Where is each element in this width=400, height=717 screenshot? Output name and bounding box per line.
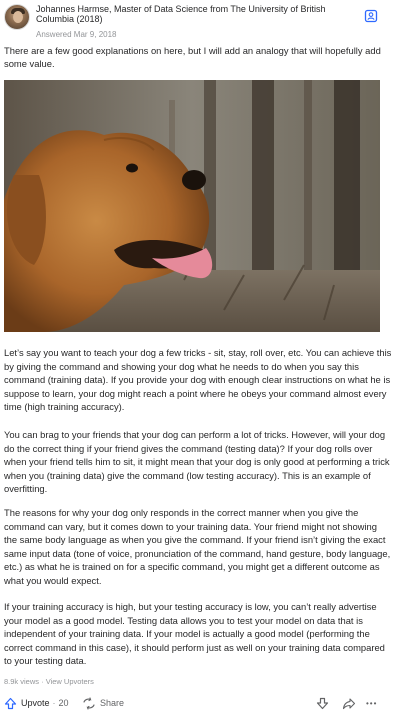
answer-intro: There are a few good explanations on her… [4,45,381,69]
upvote-label: Upvote [21,698,50,708]
answer-paragraph: You can brag to your friends that your d… [4,429,390,495]
answer-action-bar: Upvote · 20 Share ••• [4,694,396,714]
follow-button[interactable] [360,6,382,26]
more-dots-icon: ••• [366,698,378,708]
forward-button[interactable] [342,694,360,712]
follow-person-icon [364,9,378,23]
downvote-button[interactable] [316,694,333,712]
answer-paragraph: The reasons for why your dog only respon… [4,507,391,586]
view-count: 8.9k views [4,677,40,686]
share-button[interactable]: Share [82,694,124,712]
more-options-button[interactable]: ••• [366,694,377,712]
author-avatar[interactable] [4,4,30,30]
answer-paragraph: If your training accuracy is high, but y… [4,601,385,667]
downvote-arrow-icon [316,697,329,709]
answer-paragraph: Let’s say you want to teach your dog a f… [4,347,392,413]
answer-stats: 8.9k views · View Upvoters [4,677,94,686]
upvote-separator: · [52,698,56,708]
upvote-button[interactable]: Upvote · 20 [4,694,69,712]
forward-arrow-icon [342,697,356,709]
answer-date[interactable]: Answered Mar 9, 2018 [36,30,117,39]
dog-photo [4,80,380,332]
view-upvoters-link[interactable]: View Upvoters [46,677,94,686]
upvote-arrow-icon [4,697,17,709]
share-icon [83,696,95,710]
meta-separator: · [41,677,44,686]
answer-header: Johannes Harmse, Master of Data Science … [4,4,396,42]
author-credential[interactable]: Johannes Harmse, Master of Data Science … [36,4,356,24]
share-label: Share [100,698,125,708]
upvote-count: 20 [58,698,69,708]
